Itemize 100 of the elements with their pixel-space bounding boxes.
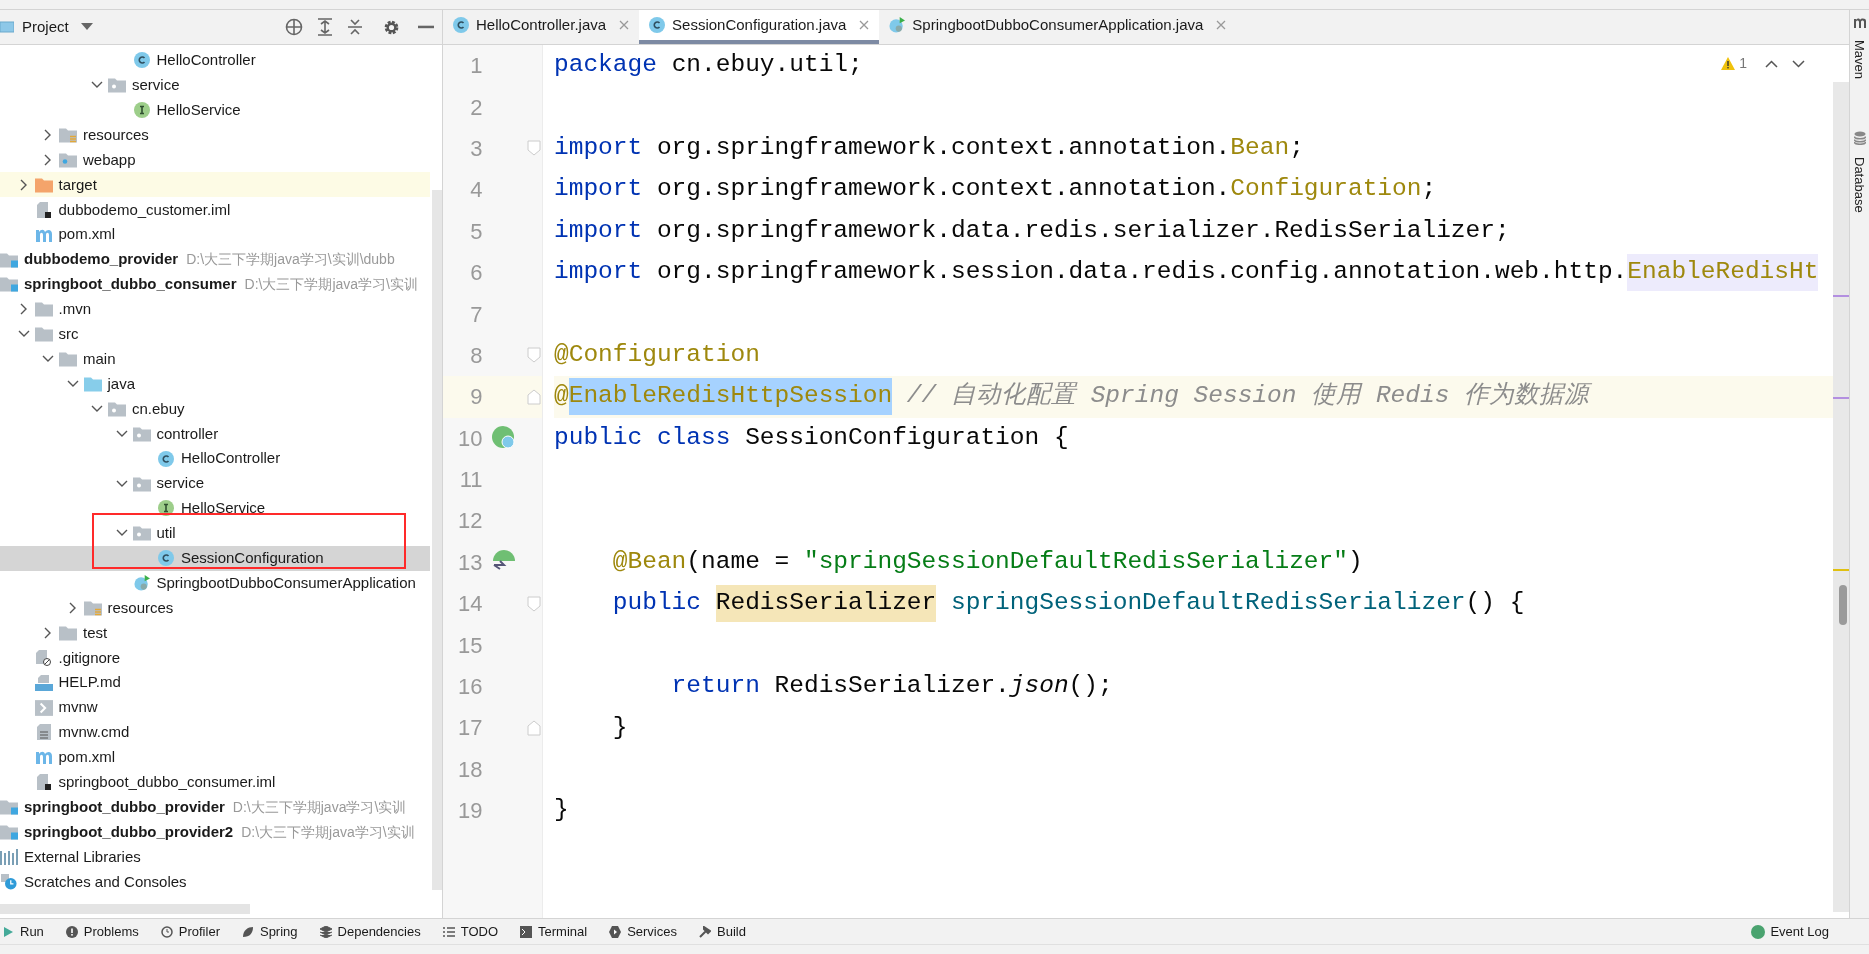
tree-item-label[interactable]: cn.ebuy (132, 397, 185, 421)
scrollbar[interactable] (1833, 82, 1849, 912)
tree-item-label[interactable]: java (107, 372, 136, 396)
editor-tab[interactable]: SpringbootDubboConsumerApplication.java (879, 10, 1237, 44)
tool-window-button[interactable]: Run (2, 921, 44, 942)
code-token: json (1009, 671, 1069, 702)
fold-marker-icon[interactable] (526, 347, 541, 364)
chevron-down-icon[interactable] (91, 404, 103, 413)
tree-item-label[interactable]: resources (107, 596, 174, 620)
previous-icon[interactable] (1765, 59, 1778, 68)
tool-window-button[interactable]: Problems (65, 921, 139, 942)
side-tool-tab[interactable]: Database (1849, 157, 1869, 213)
event-log-button[interactable]: Event Log (1751, 921, 1829, 942)
chevron-down-icon[interactable] (115, 479, 128, 488)
interface-icon (157, 500, 175, 517)
editor-tab[interactable]: HelloController.java (443, 10, 640, 44)
settings-icon[interactable] (383, 18, 400, 36)
side-tool-tab[interactable]: Maven (1849, 40, 1869, 80)
close-icon[interactable] (859, 20, 870, 30)
chevron-down-icon[interactable] (17, 330, 30, 339)
chevron-right-icon[interactable] (44, 626, 52, 639)
tool-window-button[interactable]: Dependencies (319, 921, 421, 942)
tree-item-label[interactable]: dubbodemo_customer.iml (58, 198, 231, 222)
tree-item-label[interactable]: HelloService (156, 98, 241, 122)
close-icon[interactable] (619, 20, 630, 30)
tree-item-label[interactable]: service (132, 74, 180, 97)
chevron-down-icon[interactable] (42, 355, 54, 364)
line-number: 3 (469, 134, 483, 163)
collapse-all-icon[interactable] (347, 18, 363, 36)
tree-item-label[interactable]: HelloService (181, 497, 266, 520)
fold-marker-icon[interactable] (526, 719, 541, 736)
tree-item-label[interactable]: Scratches and Consoles (24, 870, 187, 894)
tree-item-label[interactable]: .gitignore (58, 646, 121, 670)
chevron-right-icon[interactable] (19, 303, 28, 316)
tool-window-button[interactable]: Profiler (160, 921, 220, 942)
tree-item-label[interactable]: service (156, 472, 204, 495)
tree-item-label[interactable]: main (83, 347, 116, 371)
chevron-right-icon[interactable] (68, 602, 77, 615)
chevron-right-icon[interactable] (19, 178, 28, 191)
tree-item-label[interactable]: springboot_dubbo_consumer.iml (58, 771, 276, 794)
tool-window-button[interactable]: Build (699, 921, 746, 942)
scratches-icon (0, 873, 18, 890)
next-icon[interactable] (1792, 59, 1805, 68)
tree-item-label[interactable]: SessionConfiguration (181, 547, 324, 570)
code-token: SessionConfiguration { (745, 422, 1069, 453)
tree-item-label[interactable]: webapp (83, 148, 136, 172)
tool-window-button[interactable]: Spring (241, 921, 298, 942)
tree-item-label[interactable]: pom.xml (58, 223, 116, 246)
chevron-down-icon[interactable] (66, 380, 79, 388)
problems-icon (65, 925, 78, 938)
minimize-icon[interactable] (418, 25, 434, 29)
warning-indicator[interactable]: 1 (1721, 53, 1747, 74)
tree-item-label[interactable]: springboot_dubbo_provider (24, 795, 225, 819)
tool-window-button[interactable]: Terminal (520, 921, 588, 942)
chevron-right-icon[interactable] (44, 129, 52, 142)
folder-icon (108, 400, 126, 417)
expand-all-icon[interactable] (317, 18, 333, 36)
fold-marker-icon[interactable] (526, 388, 541, 405)
line-number: 17 (457, 714, 483, 743)
tool-window-button[interactable]: TODO (442, 921, 498, 942)
tree-item-label[interactable]: mvnw (58, 696, 98, 719)
chevron-down-icon[interactable] (115, 429, 128, 438)
line-number: 15 (457, 631, 483, 660)
scrollbar[interactable] (432, 190, 442, 890)
tree-row-highlight[interactable]: SessionConfiguration (0, 545, 430, 571)
chevron-right-icon[interactable] (44, 154, 52, 166)
tree-item-label[interactable]: util (156, 522, 176, 545)
fold-marker-icon[interactable] (526, 595, 541, 612)
spring-class-icon (132, 575, 151, 592)
panel-title[interactable]: Project (22, 15, 69, 39)
tree-item-label[interactable]: resources (83, 123, 149, 147)
database-icon (1853, 131, 1866, 146)
scrollbar[interactable] (0, 904, 250, 914)
tree-item-label[interactable]: test (83, 621, 108, 645)
code-token: @Bean (611, 547, 687, 577)
tree-item-label[interactable]: SpringbootDubboConsumerApplication (156, 571, 416, 595)
locate-icon[interactable] (285, 18, 303, 36)
tree-item-label[interactable]: controller (156, 422, 219, 446)
tool-window-button[interactable]: Services (609, 921, 677, 942)
tree-item-label[interactable]: pom.xml (58, 746, 116, 769)
close-icon[interactable] (1216, 20, 1227, 30)
chevron-down-icon[interactable] (115, 529, 128, 538)
tree-item-label[interactable]: HelloController (156, 49, 256, 72)
dropdown-caret-icon[interactable] (80, 23, 93, 31)
fold-marker-icon[interactable] (526, 140, 541, 157)
scrollbar-thumb[interactable] (1839, 585, 1847, 625)
tree-item-label[interactable]: HELP.md (58, 671, 121, 694)
tree-item-label[interactable]: dubbodemo_provider (24, 248, 179, 271)
tree-item-label[interactable]: target (58, 173, 97, 197)
folder-icon (34, 326, 53, 343)
tree-item-label[interactable]: mvnw.cmd (58, 721, 130, 744)
tree-item-label[interactable]: External Libraries (24, 845, 141, 869)
chevron-down-icon[interactable] (91, 81, 103, 90)
tree-item-label[interactable]: springboot_dubbo_consumer (24, 273, 237, 296)
line-number: 5 (469, 217, 483, 246)
tree-item-label[interactable]: HelloController (181, 447, 281, 470)
tree-item-label[interactable]: .mvn (58, 298, 91, 321)
tree-item-label[interactable]: springboot_dubbo_provider2 (24, 820, 234, 844)
editor-tab[interactable]: SessionConfiguration.java (639, 10, 880, 44)
tree-item-label[interactable]: src (58, 323, 79, 346)
